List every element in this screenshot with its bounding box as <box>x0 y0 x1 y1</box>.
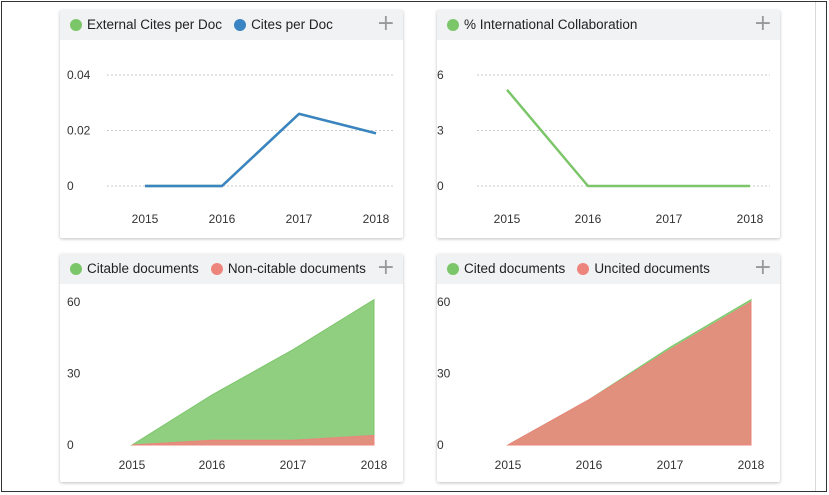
chart-plot-area: 0 0.02 0.04 2015 2016 2017 2018 <box>67 68 393 226</box>
y-tick-label: 0 <box>67 438 74 452</box>
chart-panel-cited-documents: Cited documents Uncited documents + 0 30 6… <box>437 254 780 482</box>
legend-dot <box>234 18 247 31</box>
panel-header: Cited documents Uncited documents + <box>437 254 780 284</box>
x-tick-label: 2015 <box>494 212 521 226</box>
legend-label: External Cites per Doc <box>87 17 223 32</box>
legend-item[interactable]: Uncited documents <box>577 261 710 276</box>
chart-plot-area: 0 3 6 2015 2016 2017 2018 <box>437 68 770 226</box>
legend-item[interactable]: Cites per Doc <box>234 17 333 32</box>
x-tick-label: 2015 <box>495 458 522 472</box>
legend: % International Collaboration <box>447 17 649 32</box>
y-tick-label: 0 <box>437 179 444 193</box>
legend-item[interactable]: Citable documents <box>70 261 199 276</box>
legend-dot <box>70 262 82 275</box>
x-tick-label: 2016 <box>209 212 236 226</box>
x-tick-label: 2018 <box>737 212 764 226</box>
legend-item[interactable]: Cited documents <box>447 261 565 276</box>
y-tick-label: 30 <box>67 367 81 381</box>
x-tick-label: 2015 <box>132 212 159 226</box>
legend-dot <box>447 262 459 275</box>
y-tick-label: 0.02 <box>67 124 91 138</box>
chart-panel-international-collaboration: % International Collaboration + 0 3 6 2015 2… <box>437 10 780 238</box>
series-line <box>506 88 750 188</box>
legend-dot <box>70 18 82 31</box>
legend-dot <box>447 18 459 31</box>
panel-header: % International Collaboration + <box>437 10 780 40</box>
panel-header: External Cites per Doc Cites per Doc + <box>60 10 403 40</box>
legend-item[interactable]: % International Collaboration <box>447 17 637 32</box>
y-tick-label: 0 <box>67 179 74 193</box>
x-tick-label: 2016 <box>576 458 603 472</box>
y-tick-label: 0 <box>437 438 444 452</box>
x-tick-label: 2016 <box>575 212 602 226</box>
legend-dot <box>577 262 590 275</box>
series-area <box>130 298 375 446</box>
legend-label: Non-citable documents <box>227 261 366 276</box>
x-tick-label: 2018 <box>363 212 390 226</box>
chart-plot-area: 0 30 60 2015 2016 2017 2018 <box>67 295 388 472</box>
legend: Cited documents Uncited documents <box>447 261 722 276</box>
divider <box>815 2 816 491</box>
y-tick-label: 6 <box>437 68 444 82</box>
x-tick-label: 2018 <box>361 458 388 472</box>
x-tick-label: 2017 <box>280 458 307 472</box>
y-tick-label: 30 <box>437 367 451 381</box>
y-tick-label: 3 <box>437 124 444 138</box>
expand-plus-icon[interactable]: + <box>377 12 395 36</box>
x-tick-label: 2017 <box>286 212 313 226</box>
legend-item[interactable]: External Cites per Doc <box>70 17 222 32</box>
legend-label: Cited documents <box>464 261 566 276</box>
legend-label: Citable documents <box>87 261 199 276</box>
expand-plus-icon[interactable]: + <box>377 256 395 280</box>
x-tick-label: 2015 <box>119 458 146 472</box>
legend-label: Uncited documents <box>594 261 710 276</box>
chart-panel-cites-per-doc: External Cites per Doc Cites per Doc + 0… <box>60 10 403 238</box>
x-tick-label: 2017 <box>656 212 683 226</box>
expand-plus-icon[interactable]: + <box>754 256 772 280</box>
y-tick-label: 60 <box>67 295 81 309</box>
legend-label: % International Collaboration <box>464 17 638 32</box>
legend-item[interactable]: Non-citable documents <box>210 261 366 276</box>
y-tick-label: 0.04 <box>67 68 91 82</box>
chart-plot-area: 0 30 60 2015 2016 2017 2018 <box>437 295 765 472</box>
legend: Citable documents Non-citable documents <box>70 261 378 276</box>
legend-dot <box>210 262 223 275</box>
expand-plus-icon[interactable]: + <box>754 12 772 36</box>
panel-header: Citable documents Non-citable documents … <box>60 254 403 284</box>
series-line <box>145 112 377 188</box>
y-tick-label: 60 <box>437 295 451 309</box>
x-tick-label: 2018 <box>738 458 765 472</box>
legend-label: Cites per Doc <box>251 17 333 32</box>
x-tick-label: 2016 <box>199 458 226 472</box>
legend: External Cites per Doc Cites per Doc <box>70 17 345 32</box>
chart-panel-citable-documents: Citable documents Non-citable documents … <box>60 254 403 482</box>
x-tick-label: 2017 <box>657 458 684 472</box>
